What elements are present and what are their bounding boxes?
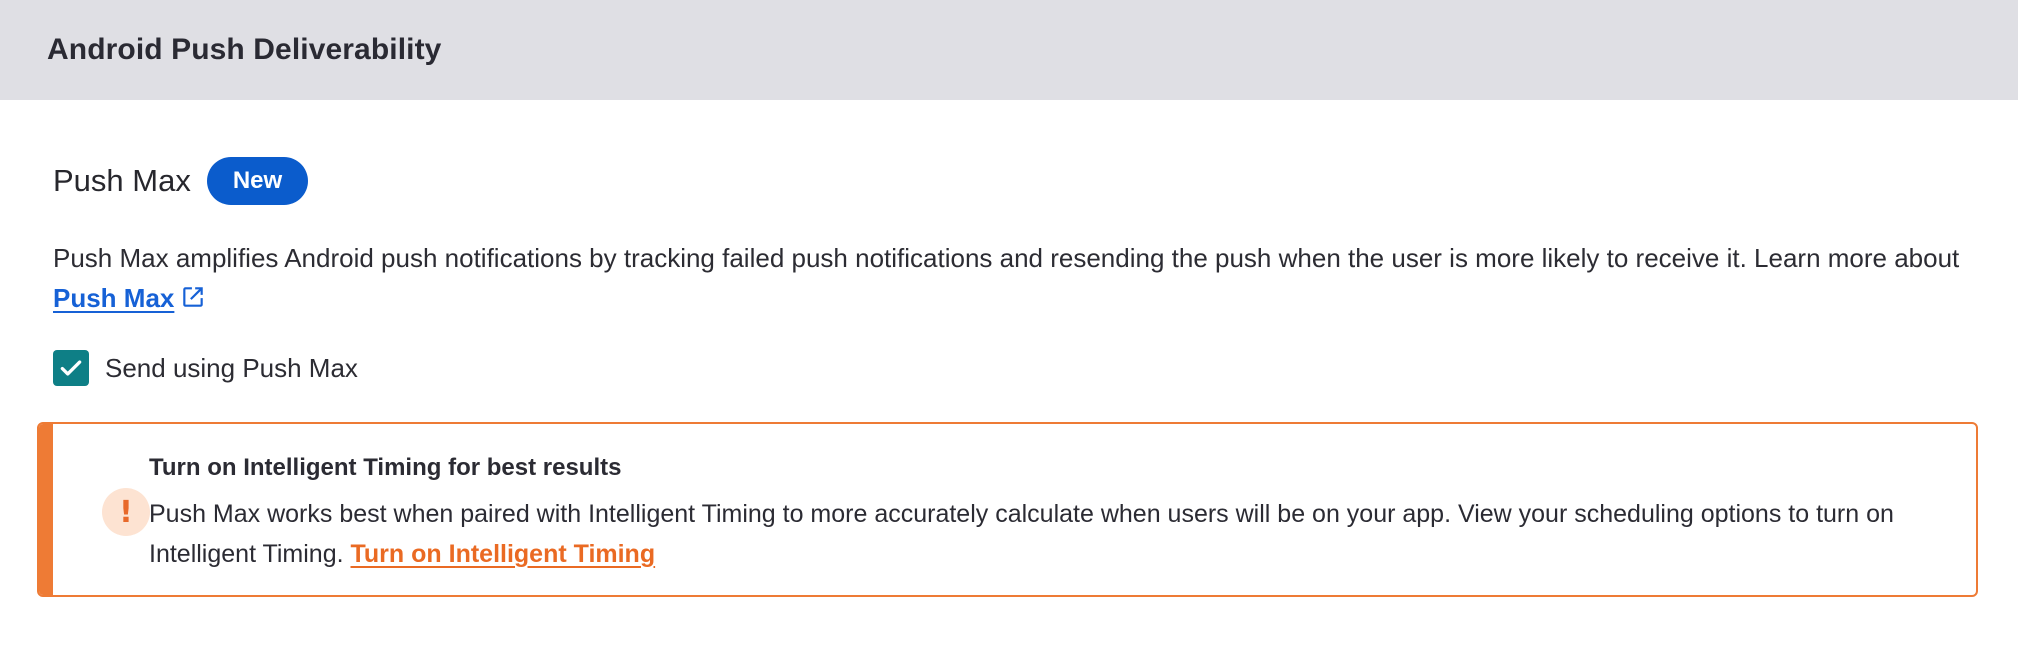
turn-on-intelligent-timing-link[interactable]: Turn on Intelligent Timing xyxy=(351,540,656,568)
description-text: Push Max amplifies Android push notifica… xyxy=(53,243,1960,273)
section-header: Android Push Deliverability xyxy=(0,0,2018,100)
push-max-checkbox[interactable] xyxy=(53,350,89,386)
push-settings-page: Android Push Deliverability Push Max New… xyxy=(0,0,2018,660)
push-max-title-row: Push Max New xyxy=(53,157,309,205)
page-title: Android Push Deliverability xyxy=(47,33,442,66)
exclamation-icon: ! xyxy=(102,488,150,536)
checkbox-label: Send using Push Max xyxy=(105,352,358,383)
intelligent-timing-alert: ! Turn on Intelligent Timing for best re… xyxy=(37,422,1978,597)
send-using-push-max-option[interactable]: Send using Push Max xyxy=(53,350,358,386)
push-max-description: Push Max amplifies Android push notifica… xyxy=(53,238,1973,318)
push-max-learn-more-link[interactable]: Push Max xyxy=(53,283,174,313)
checkmark-icon xyxy=(60,360,82,376)
push-max-heading: Push Max xyxy=(53,163,191,198)
alert-message: Push Max works best when paired with Int… xyxy=(149,494,1949,574)
alert-body: Turn on Intelligent Timing for best resu… xyxy=(149,452,1949,574)
external-link-icon[interactable] xyxy=(180,284,206,310)
alert-title: Turn on Intelligent Timing for best resu… xyxy=(149,454,622,481)
new-badge: New xyxy=(206,157,309,205)
alert-accent-stripe xyxy=(39,424,53,595)
